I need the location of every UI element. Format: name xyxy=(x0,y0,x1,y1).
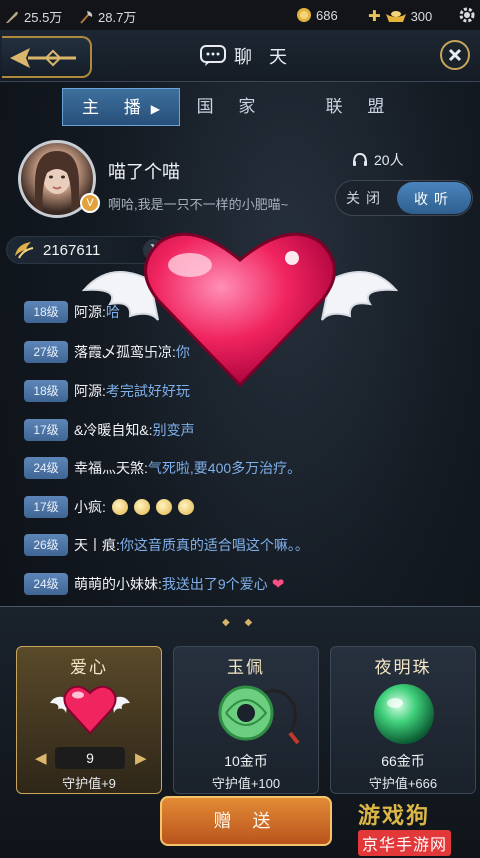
site-watermark: 游戏狗 京华手游网 xyxy=(358,798,476,856)
resource-item-1-value: 25.5万 xyxy=(24,10,63,25)
chat-message: 24级 幸福灬天煞: 气死啦,要400多万治疗。 xyxy=(24,456,301,480)
axe-icon xyxy=(80,10,93,24)
vip-badge: V xyxy=(80,193,100,213)
chat-header: 聊 天 xyxy=(0,30,480,82)
gold-value: 300 xyxy=(410,8,433,24)
tab-country[interactable]: 国 家 xyxy=(186,88,276,126)
message-user[interactable]: 幸福灬天煞: xyxy=(74,458,148,478)
level-badge: 26级 xyxy=(24,534,68,556)
level-badge: 24级 xyxy=(24,457,68,479)
wing-coin-icon xyxy=(15,242,34,259)
watermark-line-1: 游戏狗 xyxy=(358,803,431,828)
winged-heart-icon xyxy=(50,685,130,735)
toggle-listen-button[interactable]: 收听 xyxy=(397,182,471,214)
coins-value: 686 xyxy=(316,7,338,23)
luminous-pearl-icon xyxy=(374,684,434,744)
message-user[interactable]: 小疯: xyxy=(74,497,106,517)
channel-tabs: 主 播▶ 国 家 联 盟 xyxy=(0,88,480,128)
gold-counter[interactable]: ✚ 300 xyxy=(368,7,432,25)
increase-quantity-button[interactable]: ▶ xyxy=(135,749,147,767)
gift-guard-value: 守护值+666 xyxy=(368,776,438,791)
back-button[interactable] xyxy=(2,36,92,78)
message-text: 你这音质真的适合唱这个嘛。。 xyxy=(119,537,309,553)
listener-count-value: 20人 xyxy=(374,152,404,168)
chat-message: 26级 天丨痕: 你这音质真的适合唱这个嘛。。 xyxy=(24,533,309,557)
chat-message: 17级 &冷暖自知&: 别变声 xyxy=(24,418,195,442)
gift-name: 玉佩 xyxy=(227,658,265,678)
winged-heart-icon: ❤ xyxy=(271,576,285,593)
emoji-icon xyxy=(155,499,172,515)
settings-gear-icon[interactable] xyxy=(458,6,476,24)
gift-guard-value: 守护值+9 xyxy=(62,776,116,791)
level-badge: 18级 xyxy=(24,380,68,402)
emoji-icon xyxy=(133,499,150,515)
close-icon xyxy=(448,48,462,62)
plus-icon[interactable]: ✚ xyxy=(368,7,381,25)
message-user[interactable]: 萌萌的小妹妹: xyxy=(74,574,162,594)
host-signature: 啊哈,我是一只不一样的小肥喵~ xyxy=(108,197,289,212)
emoji-icon xyxy=(111,499,128,515)
chat-bubble-icon xyxy=(200,45,226,66)
resource-item-1: 25.5万 xyxy=(4,7,62,26)
page-title: 聊 天 xyxy=(200,43,293,69)
send-gift-button[interactable]: 赠 送 xyxy=(160,796,332,846)
headphones-icon xyxy=(353,152,367,166)
level-badge: 17级 xyxy=(24,496,68,518)
level-badge: 18级 xyxy=(24,301,68,323)
level-badge: 27级 xyxy=(24,341,68,363)
resource-bar: 25.5万 28.7万 686 ✚ 300 xyxy=(0,0,480,30)
quantity-field[interactable]: 9 xyxy=(55,747,125,769)
winged-heart-animation-icon xyxy=(81,232,399,388)
gift-price: 66金币 xyxy=(381,753,425,769)
message-text: 我送出了9个爱心 xyxy=(161,576,268,592)
emoji-icon xyxy=(177,499,194,515)
message-text: 气死啦,要400多万治疗。 xyxy=(147,460,302,476)
gift-name: 夜明珠 xyxy=(374,658,432,678)
gift-guard-value: 守护值+100 xyxy=(211,776,281,791)
tab-host-label: 主 播 xyxy=(82,98,151,117)
feather-icon xyxy=(6,11,18,23)
tab-host[interactable]: 主 播▶ xyxy=(62,88,180,126)
host-name: 喵了个喵 xyxy=(108,162,180,182)
ornate-arrow-icon xyxy=(10,48,76,68)
panel-ornament-icon: ◆ ◆ xyxy=(222,617,259,628)
page-title-text: 聊 天 xyxy=(234,47,294,67)
message-text: 别变声 xyxy=(152,422,195,438)
resource-item-2: 28.7万 xyxy=(78,7,136,26)
coin-icon xyxy=(297,8,311,22)
tab-alliance[interactable]: 联 盟 xyxy=(310,88,410,126)
close-button[interactable] xyxy=(440,40,470,70)
message-user[interactable]: 天丨痕: xyxy=(74,535,120,555)
message-user[interactable]: &冷暖自知&: xyxy=(74,420,153,440)
listen-toggle[interactable]: 关闭 收听 xyxy=(335,180,473,216)
gift-name: 爱心 xyxy=(70,658,108,678)
chat-message: 24级 萌萌的小妹妹: 我送出了9个爱心 ❤ xyxy=(24,572,284,596)
gift-card-jade[interactable]: 玉佩 10金币 守护值+100 xyxy=(173,646,319,794)
decrease-quantity-button[interactable]: ◀ xyxy=(35,749,47,767)
level-badge: 17级 xyxy=(24,419,68,441)
gift-price: 10金币 xyxy=(224,753,268,769)
toggle-off-button[interactable]: 关闭 xyxy=(336,181,396,215)
gold-ingot-icon xyxy=(385,11,406,22)
coins-counter: 686 xyxy=(296,7,338,23)
gift-card-pearl[interactable]: 夜明珠 66金币 守护值+666 xyxy=(330,646,476,794)
gift-card-heart[interactable]: 爱心 ◀ 9 ▶ 守护值+9 xyxy=(16,646,162,794)
tab-arrow-icon: ▶ xyxy=(150,102,160,116)
watermark-line-2: 京华手游网 xyxy=(358,830,452,856)
listener-count: 20人 xyxy=(352,150,404,170)
chat-message: 17级 小疯: xyxy=(24,495,194,519)
jade-pendant-icon xyxy=(218,685,300,745)
level-badge: 24级 xyxy=(24,573,68,595)
resource-item-2-value: 28.7万 xyxy=(98,10,137,25)
